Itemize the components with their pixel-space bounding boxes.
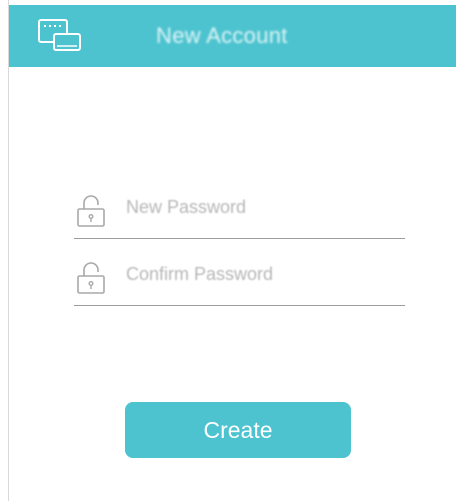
page-title: New Account [156,23,288,48]
new-password-input[interactable] [126,193,396,221]
header-bar: New Account [9,5,456,67]
confirm-password-field [74,250,405,306]
create-button[interactable]: Create [125,402,351,458]
lock-icon [74,260,108,296]
confirm-password-input[interactable] [126,260,396,288]
new-account-screen: New Account Create [8,0,456,501]
new-password-field [74,183,405,239]
devices-icon [37,17,83,53]
lock-icon [74,193,108,229]
